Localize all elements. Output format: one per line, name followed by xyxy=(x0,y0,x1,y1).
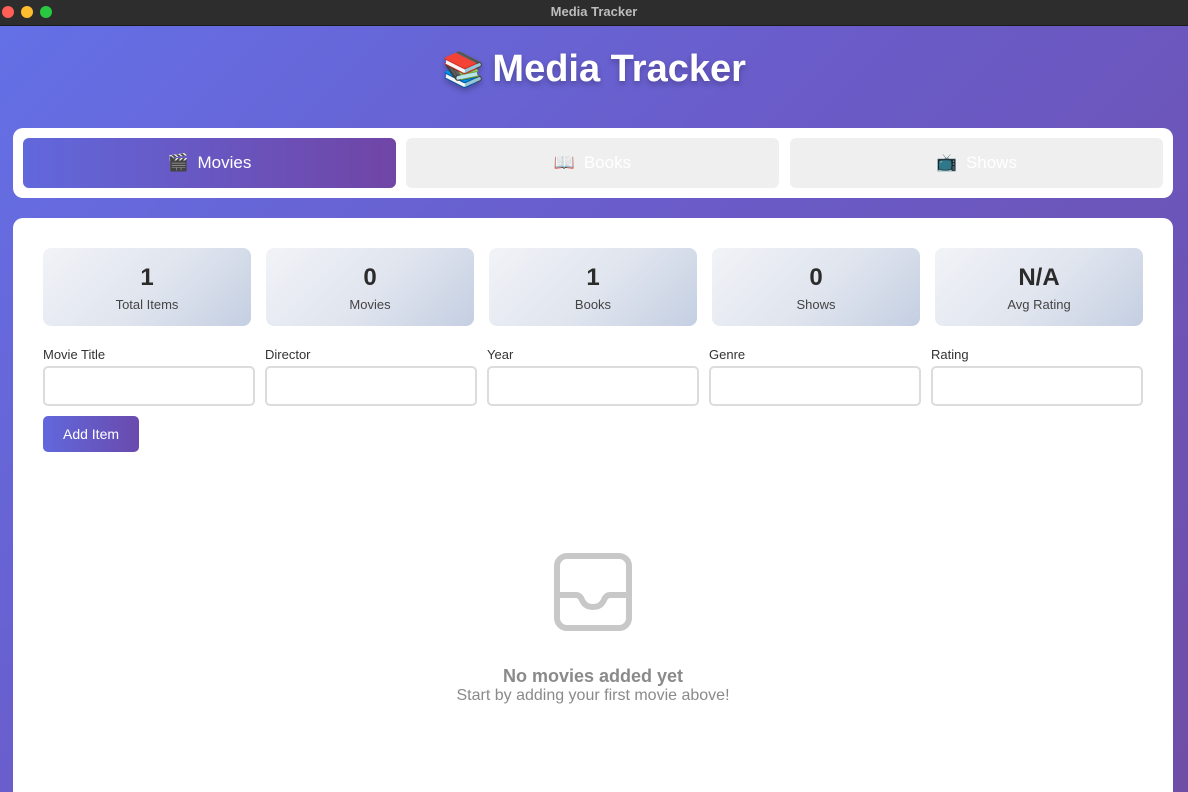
tab-books[interactable]: 📖 Books xyxy=(406,138,779,188)
director-label: Director xyxy=(265,347,311,362)
movie-title-input[interactable] xyxy=(43,366,255,406)
empty-state-subtitle: Start by adding your first movie above! xyxy=(456,687,730,704)
add-item-button[interactable]: Add Item xyxy=(43,416,139,452)
movie-title-label: Movie Title xyxy=(43,347,106,362)
books-logo-icon: 📚 xyxy=(442,51,485,89)
stat-label: Avg Rating xyxy=(1007,297,1071,312)
stat-books: 1 Books xyxy=(489,248,697,326)
director-input[interactable] xyxy=(265,366,477,406)
stat-value: 0 xyxy=(809,264,823,291)
rating-input[interactable] xyxy=(931,366,1143,406)
app-container: 📚 Media Tracker 🎬 Movies 📖 Books 📺 Shows … xyxy=(0,26,1188,792)
window-titlebar: Media Tracker xyxy=(0,0,1188,26)
empty-state-title: No movies added yet xyxy=(502,666,684,686)
tab-label: Shows xyxy=(965,153,1017,172)
page-title: 📚 Media Tracker xyxy=(0,48,1188,91)
tab-shows[interactable]: 📺 Shows xyxy=(790,138,1163,188)
stat-movies: 0 Movies xyxy=(266,248,474,326)
stat-value: 0 xyxy=(363,264,377,291)
television-icon: 📺 xyxy=(936,153,958,172)
app-title-text: Media Tracker xyxy=(492,48,746,90)
tab-label: Books xyxy=(583,153,632,172)
stat-label: Total Items xyxy=(115,297,179,312)
stat-shows: 0 Shows xyxy=(712,248,920,326)
inbox-icon xyxy=(554,553,632,631)
genre-label: Genre xyxy=(709,347,746,362)
stat-value: 1 xyxy=(140,264,154,291)
stat-label: Shows xyxy=(796,297,836,312)
tab-label: Movies xyxy=(197,153,252,172)
window-title: Media Tracker xyxy=(550,4,638,19)
stat-label: Movies xyxy=(349,297,391,312)
clapperboard-icon: 🎬 xyxy=(167,153,189,172)
stat-total-items: 1 Total Items xyxy=(43,248,251,326)
stat-value: N/A xyxy=(1018,264,1060,291)
tab-movies[interactable]: 🎬 Movies xyxy=(23,138,396,188)
tab-bar: 🎬 Movies 📖 Books 📺 Shows xyxy=(13,128,1173,198)
genre-input[interactable] xyxy=(709,366,921,406)
rating-label: Rating xyxy=(931,347,969,362)
stat-avg-rating: N/A Avg Rating xyxy=(935,248,1143,326)
year-input[interactable] xyxy=(487,366,699,406)
main-panel: 1 Total Items 0 Movies 1 Books 0 Shows N… xyxy=(13,218,1173,792)
stat-value: 1 xyxy=(586,264,600,291)
stat-label: Books xyxy=(574,297,612,312)
open-book-icon: 📖 xyxy=(553,153,576,172)
year-label: Year xyxy=(487,347,514,362)
